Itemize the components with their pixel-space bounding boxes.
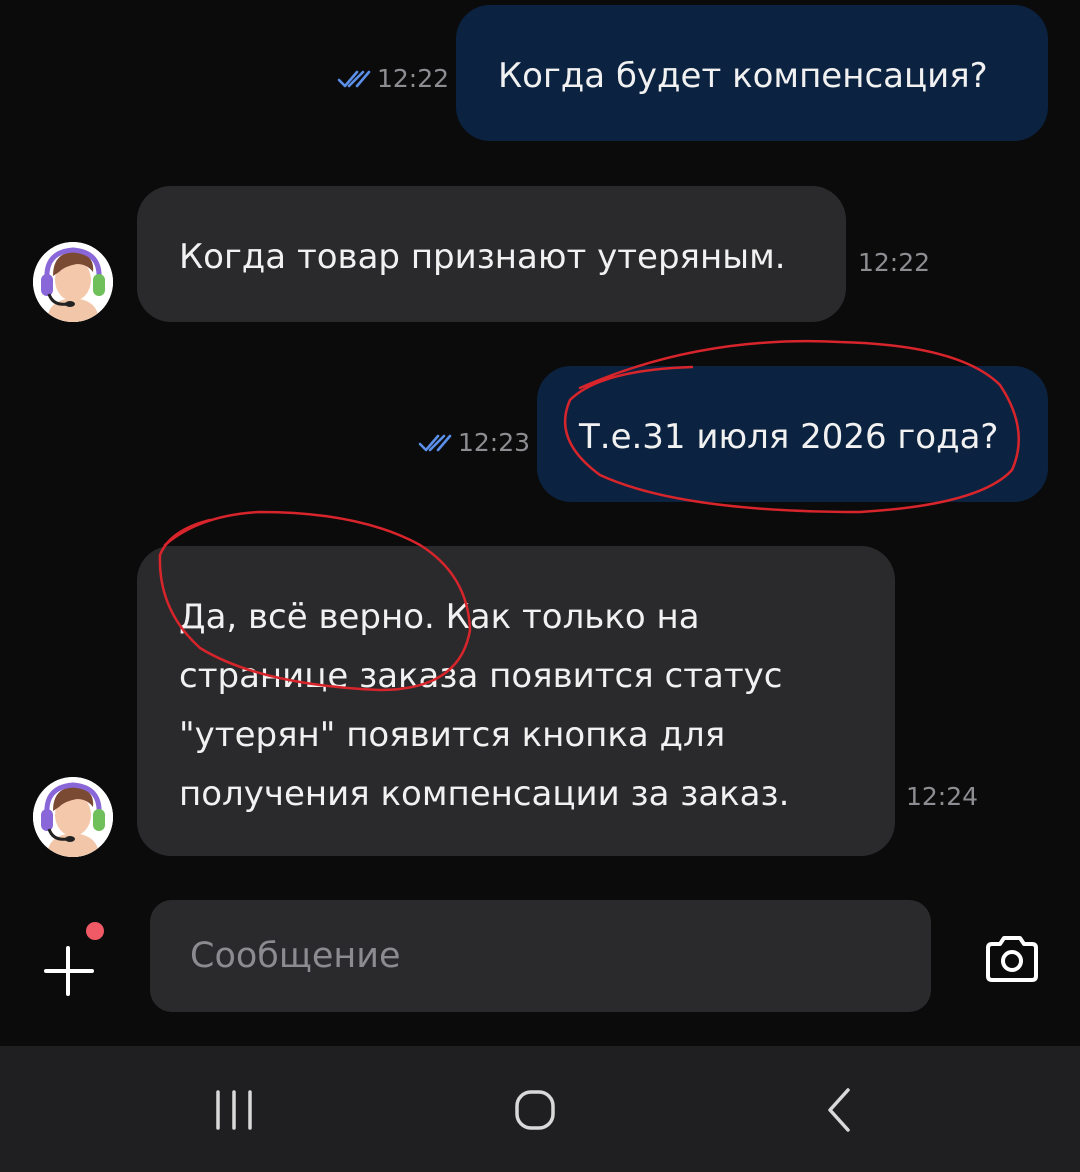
incoming-message[interactable]: Когда товар признают утеряным.: [137, 186, 846, 322]
home-button[interactable]: [505, 1084, 565, 1134]
message-meta: 12:22: [858, 248, 930, 277]
double-check-icon: [418, 432, 454, 454]
support-agent-avatar-icon[interactable]: [33, 777, 113, 857]
outgoing-message[interactable]: Т.е.31 июля 2026 года?: [537, 366, 1048, 502]
back-icon: [828, 1088, 850, 1132]
notification-dot: [86, 922, 104, 940]
recent-apps-icon: [216, 1090, 252, 1130]
add-attachment-button[interactable]: [36, 922, 106, 996]
message-input-placeholder: Сообщение: [190, 936, 401, 976]
message-time: 12:24: [906, 782, 979, 811]
double-check-icon: [337, 68, 373, 90]
plus-icon: [44, 946, 94, 996]
camera-button[interactable]: [980, 928, 1044, 992]
message-meta: 12:22: [337, 64, 449, 93]
message-meta: 12:24: [906, 782, 978, 811]
message-time: 12:22: [858, 248, 931, 277]
message-text: Да, всё верно. Как только на странице за…: [179, 597, 790, 814]
system-navigation-bar: [0, 1046, 1080, 1172]
outgoing-message[interactable]: Когда будет компенсация?: [456, 5, 1048, 141]
home-icon: [515, 1090, 555, 1130]
incoming-message[interactable]: Да, всё верно. Как только на странице за…: [137, 546, 895, 856]
back-button[interactable]: [808, 1084, 868, 1134]
message-text: Когда товар признают утеряным.: [179, 237, 786, 277]
message-time: 12:22: [377, 64, 450, 93]
message-input[interactable]: Сообщение: [150, 900, 931, 1012]
message-text: Т.е.31 июля 2026 года?: [579, 417, 999, 457]
recent-apps-button[interactable]: [204, 1084, 264, 1134]
message-meta: 12:23: [418, 428, 530, 457]
message-text: Когда будет компенсация?: [498, 56, 988, 96]
support-agent-avatar-icon[interactable]: [33, 242, 113, 322]
message-composer: Сообщение: [0, 880, 1080, 1046]
camera-icon: [986, 936, 1038, 982]
message-time: 12:23: [458, 428, 531, 457]
